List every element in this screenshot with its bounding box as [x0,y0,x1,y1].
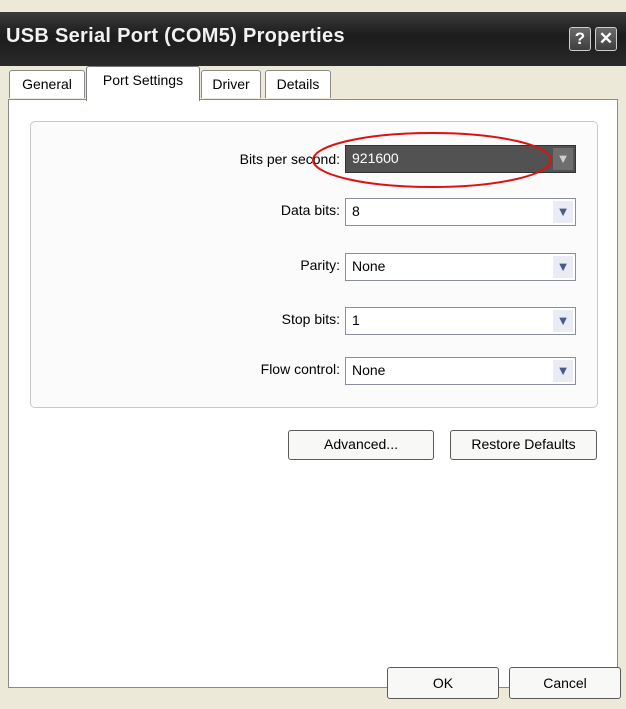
tab-port-settings[interactable]: Port Settings [86,66,200,101]
ok-button[interactable]: OK [387,667,499,699]
chevron-down-icon[interactable]: ▼ [553,310,573,332]
stop-bits-select[interactable]: 1 ▼ [345,307,576,335]
data-bits-value: 8 [352,203,360,219]
chevron-down-icon[interactable]: ▼ [553,256,573,278]
parity-label: Parity: [300,257,340,273]
parity-select[interactable]: None ▼ [345,253,576,281]
tab-driver[interactable]: Driver [201,70,261,98]
bits-per-second-select[interactable]: 921600 ▼ [345,145,576,173]
chevron-down-icon[interactable]: ▼ [553,201,573,223]
chevron-down-icon[interactable]: ▼ [553,148,573,170]
data-bits-label: Data bits: [280,202,340,218]
help-button[interactable]: ? [569,27,591,51]
stop-bits-value: 1 [352,312,360,328]
advanced-button[interactable]: Advanced... [288,430,434,460]
restore-defaults-button[interactable]: Restore Defaults [450,430,597,460]
flow-control-select[interactable]: None ▼ [345,357,576,385]
bits-per-second-value: 921600 [352,150,399,166]
close-button[interactable]: ✕ [595,27,617,51]
help-icon: ? [574,29,586,48]
close-icon: ✕ [598,29,614,48]
tab-general[interactable]: General [9,70,85,98]
chevron-down-icon[interactable]: ▼ [553,360,573,382]
title-bar[interactable]: USB Serial Port (COM5) Properties ? ✕ [0,12,626,66]
cancel-button[interactable]: Cancel [509,667,621,699]
properties-dialog: USB Serial Port (COM5) Properties ? ✕ Ge… [0,0,626,709]
tab-details[interactable]: Details [265,70,331,98]
flow-control-label: Flow control: [260,361,340,377]
data-bits-select[interactable]: 8 ▼ [345,198,576,226]
flow-control-value: None [352,362,386,378]
parity-value: None [352,258,386,274]
bits-per-second-label: Bits per second: [239,151,340,167]
stop-bits-label: Stop bits: [281,311,340,327]
window-title: USB Serial Port (COM5) Properties [6,25,345,47]
